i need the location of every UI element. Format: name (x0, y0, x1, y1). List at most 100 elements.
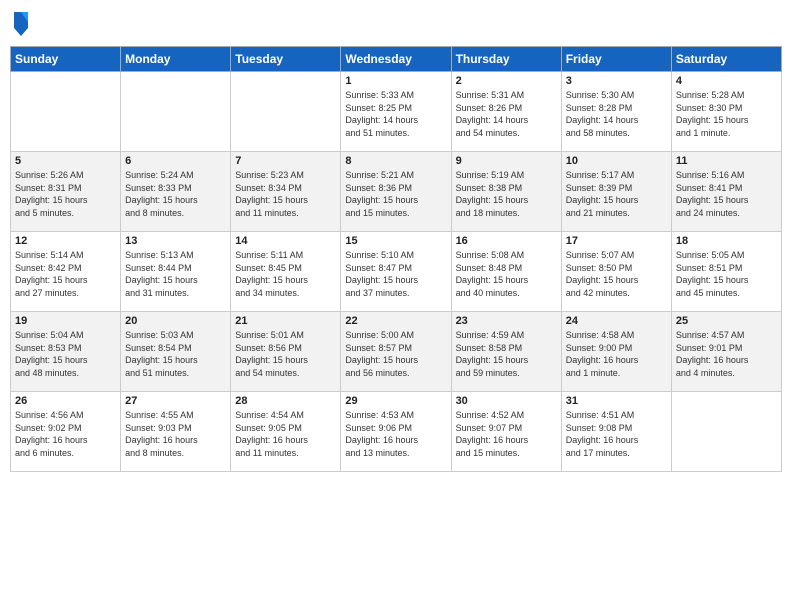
day-number: 27 (125, 395, 226, 407)
day-info: Sunrise: 5:14 AM Sunset: 8:42 PM Dayligh… (15, 249, 116, 299)
calendar-cell: 26 Sunrise: 4:56 AM Sunset: 9:02 PM Dayli… (11, 392, 121, 472)
day-of-week-header: Sunday (11, 47, 121, 72)
day-of-week-header: Friday (561, 47, 671, 72)
day-info: Sunrise: 4:51 AM Sunset: 9:08 PM Dayligh… (566, 409, 667, 459)
day-number: 24 (566, 315, 667, 327)
day-info: Sunrise: 5:04 AM Sunset: 8:53 PM Dayligh… (15, 329, 116, 379)
calendar-cell: 16 Sunrise: 5:08 AM Sunset: 8:48 PM Dayli… (451, 232, 561, 312)
calendar-cell: 20Sunrise: 5:03 AM Sunset: 8:54 PM Dayli… (121, 312, 231, 392)
day-number: 26 (15, 395, 116, 407)
day-number: 23 (456, 315, 557, 327)
calendar-cell: 8 Sunrise: 5:21 AM Sunset: 8:36 PM Daylig… (341, 152, 451, 232)
logo (10, 10, 34, 38)
day-number: 21 (235, 315, 336, 327)
calendar-week-row: 5Sunrise: 5:26 AM Sunset: 8:31 PM Daylig… (11, 152, 782, 232)
calendar-cell: 3Sunrise: 5:30 AM Sunset: 8:28 PM Daylig… (561, 72, 671, 152)
calendar-cell: 15Sunrise: 5:10 AM Sunset: 8:47 PM Dayli… (341, 232, 451, 312)
calendar-week-row: 12 Sunrise: 5:14 AM Sunset: 8:42 PM Dayli… (11, 232, 782, 312)
calendar-cell: 14 Sunrise: 5:11 AM Sunset: 8:45 PM Dayli… (231, 232, 341, 312)
calendar-cell: 23 Sunrise: 4:59 AM Sunset: 8:58 PM Dayli… (451, 312, 561, 392)
calendar-cell: 18Sunrise: 5:05 AM Sunset: 8:51 PM Dayli… (671, 232, 781, 312)
calendar-cell: 25 Sunrise: 4:57 AM Sunset: 9:01 PM Dayli… (671, 312, 781, 392)
day-number: 1 (345, 75, 446, 87)
calendar-cell: 1 Sunrise: 5:33 AM Sunset: 8:25 PM Daylig… (341, 72, 451, 152)
day-number: 11 (676, 155, 777, 167)
day-number: 2 (456, 75, 557, 87)
day-info: Sunrise: 4:54 AM Sunset: 9:05 PM Dayligh… (235, 409, 336, 459)
day-info: Sunrise: 5:23 AM Sunset: 8:34 PM Dayligh… (235, 169, 336, 219)
calendar-cell (671, 392, 781, 472)
calendar-cell: 4 Sunrise: 5:28 AM Sunset: 8:30 PM Daylig… (671, 72, 781, 152)
day-number: 22 (345, 315, 446, 327)
day-number: 12 (15, 235, 116, 247)
day-number: 13 (125, 235, 226, 247)
day-info: Sunrise: 4:53 AM Sunset: 9:06 PM Dayligh… (345, 409, 446, 459)
day-of-week-header: Tuesday (231, 47, 341, 72)
day-number: 16 (456, 235, 557, 247)
calendar-cell: 30 Sunrise: 4:52 AM Sunset: 9:07 PM Dayli… (451, 392, 561, 472)
day-info: Sunrise: 4:58 AM Sunset: 9:00 PM Dayligh… (566, 329, 667, 379)
calendar-cell: 12 Sunrise: 5:14 AM Sunset: 8:42 PM Dayli… (11, 232, 121, 312)
calendar-cell: 13 Sunrise: 5:13 AM Sunset: 8:44 PM Dayli… (121, 232, 231, 312)
day-info: Sunrise: 5:13 AM Sunset: 8:44 PM Dayligh… (125, 249, 226, 299)
day-info: Sunrise: 5:21 AM Sunset: 8:36 PM Dayligh… (345, 169, 446, 219)
day-number: 7 (235, 155, 336, 167)
calendar-cell: 5Sunrise: 5:26 AM Sunset: 8:31 PM Daylig… (11, 152, 121, 232)
day-info: Sunrise: 4:59 AM Sunset: 8:58 PM Dayligh… (456, 329, 557, 379)
day-info: Sunrise: 4:52 AM Sunset: 9:07 PM Dayligh… (456, 409, 557, 459)
day-info: Sunrise: 5:11 AM Sunset: 8:45 PM Dayligh… (235, 249, 336, 299)
day-info: Sunrise: 5:31 AM Sunset: 8:26 PM Dayligh… (456, 89, 557, 139)
day-number: 4 (676, 75, 777, 87)
day-info: Sunrise: 5:17 AM Sunset: 8:39 PM Dayligh… (566, 169, 667, 219)
day-info: Sunrise: 4:57 AM Sunset: 9:01 PM Dayligh… (676, 329, 777, 379)
calendar-cell: 28 Sunrise: 4:54 AM Sunset: 9:05 PM Dayli… (231, 392, 341, 472)
day-of-week-header: Monday (121, 47, 231, 72)
day-of-week-header: Thursday (451, 47, 561, 72)
calendar-cell: 17 Sunrise: 5:07 AM Sunset: 8:50 PM Dayli… (561, 232, 671, 312)
calendar-cell: 22 Sunrise: 5:00 AM Sunset: 8:57 PM Dayli… (341, 312, 451, 392)
calendar-cell: 27Sunrise: 4:55 AM Sunset: 9:03 PM Dayli… (121, 392, 231, 472)
day-info: Sunrise: 5:28 AM Sunset: 8:30 PM Dayligh… (676, 89, 777, 139)
day-number: 17 (566, 235, 667, 247)
day-number: 29 (345, 395, 446, 407)
day-info: Sunrise: 5:00 AM Sunset: 8:57 PM Dayligh… (345, 329, 446, 379)
calendar-cell: 24 Sunrise: 4:58 AM Sunset: 9:00 PM Dayli… (561, 312, 671, 392)
day-info: Sunrise: 5:01 AM Sunset: 8:56 PM Dayligh… (235, 329, 336, 379)
calendar-cell (231, 72, 341, 152)
day-info: Sunrise: 5:33 AM Sunset: 8:25 PM Dayligh… (345, 89, 446, 139)
day-info: Sunrise: 5:03 AM Sunset: 8:54 PM Dayligh… (125, 329, 226, 379)
day-number: 6 (125, 155, 226, 167)
calendar-cell: 19 Sunrise: 5:04 AM Sunset: 8:53 PM Dayli… (11, 312, 121, 392)
day-number: 14 (235, 235, 336, 247)
calendar-cell: 31 Sunrise: 4:51 AM Sunset: 9:08 PM Dayli… (561, 392, 671, 472)
day-info: Sunrise: 5:05 AM Sunset: 8:51 PM Dayligh… (676, 249, 777, 299)
day-number: 10 (566, 155, 667, 167)
day-info: Sunrise: 5:07 AM Sunset: 8:50 PM Dayligh… (566, 249, 667, 299)
calendar-cell (11, 72, 121, 152)
calendar-week-row: 19 Sunrise: 5:04 AM Sunset: 8:53 PM Dayli… (11, 312, 782, 392)
day-number: 3 (566, 75, 667, 87)
day-info: Sunrise: 4:56 AM Sunset: 9:02 PM Dayligh… (15, 409, 116, 459)
calendar-cell (121, 72, 231, 152)
calendar-cell: 10 Sunrise: 5:17 AM Sunset: 8:39 PM Dayli… (561, 152, 671, 232)
day-info: Sunrise: 5:10 AM Sunset: 8:47 PM Dayligh… (345, 249, 446, 299)
calendar-cell: 21 Sunrise: 5:01 AM Sunset: 8:56 PM Dayli… (231, 312, 341, 392)
calendar-cell: 29 Sunrise: 4:53 AM Sunset: 9:06 PM Dayli… (341, 392, 451, 472)
day-of-week-header: Saturday (671, 47, 781, 72)
day-info: Sunrise: 5:08 AM Sunset: 8:48 PM Dayligh… (456, 249, 557, 299)
calendar-cell: 7 Sunrise: 5:23 AM Sunset: 8:34 PM Daylig… (231, 152, 341, 232)
day-of-week-header: Wednesday (341, 47, 451, 72)
day-number: 30 (456, 395, 557, 407)
day-info: Sunrise: 5:24 AM Sunset: 8:33 PM Dayligh… (125, 169, 226, 219)
day-info: Sunrise: 5:26 AM Sunset: 8:31 PM Dayligh… (15, 169, 116, 219)
calendar-cell: 11 Sunrise: 5:16 AM Sunset: 8:41 PM Dayli… (671, 152, 781, 232)
day-number: 19 (15, 315, 116, 327)
day-number: 25 (676, 315, 777, 327)
day-info: Sunrise: 5:16 AM Sunset: 8:41 PM Dayligh… (676, 169, 777, 219)
calendar-cell: 9Sunrise: 5:19 AM Sunset: 8:38 PM Daylig… (451, 152, 561, 232)
day-number: 31 (566, 395, 667, 407)
day-number: 8 (345, 155, 446, 167)
day-info: Sunrise: 5:19 AM Sunset: 8:38 PM Dayligh… (456, 169, 557, 219)
logo-icon (12, 10, 30, 38)
day-number: 28 (235, 395, 336, 407)
